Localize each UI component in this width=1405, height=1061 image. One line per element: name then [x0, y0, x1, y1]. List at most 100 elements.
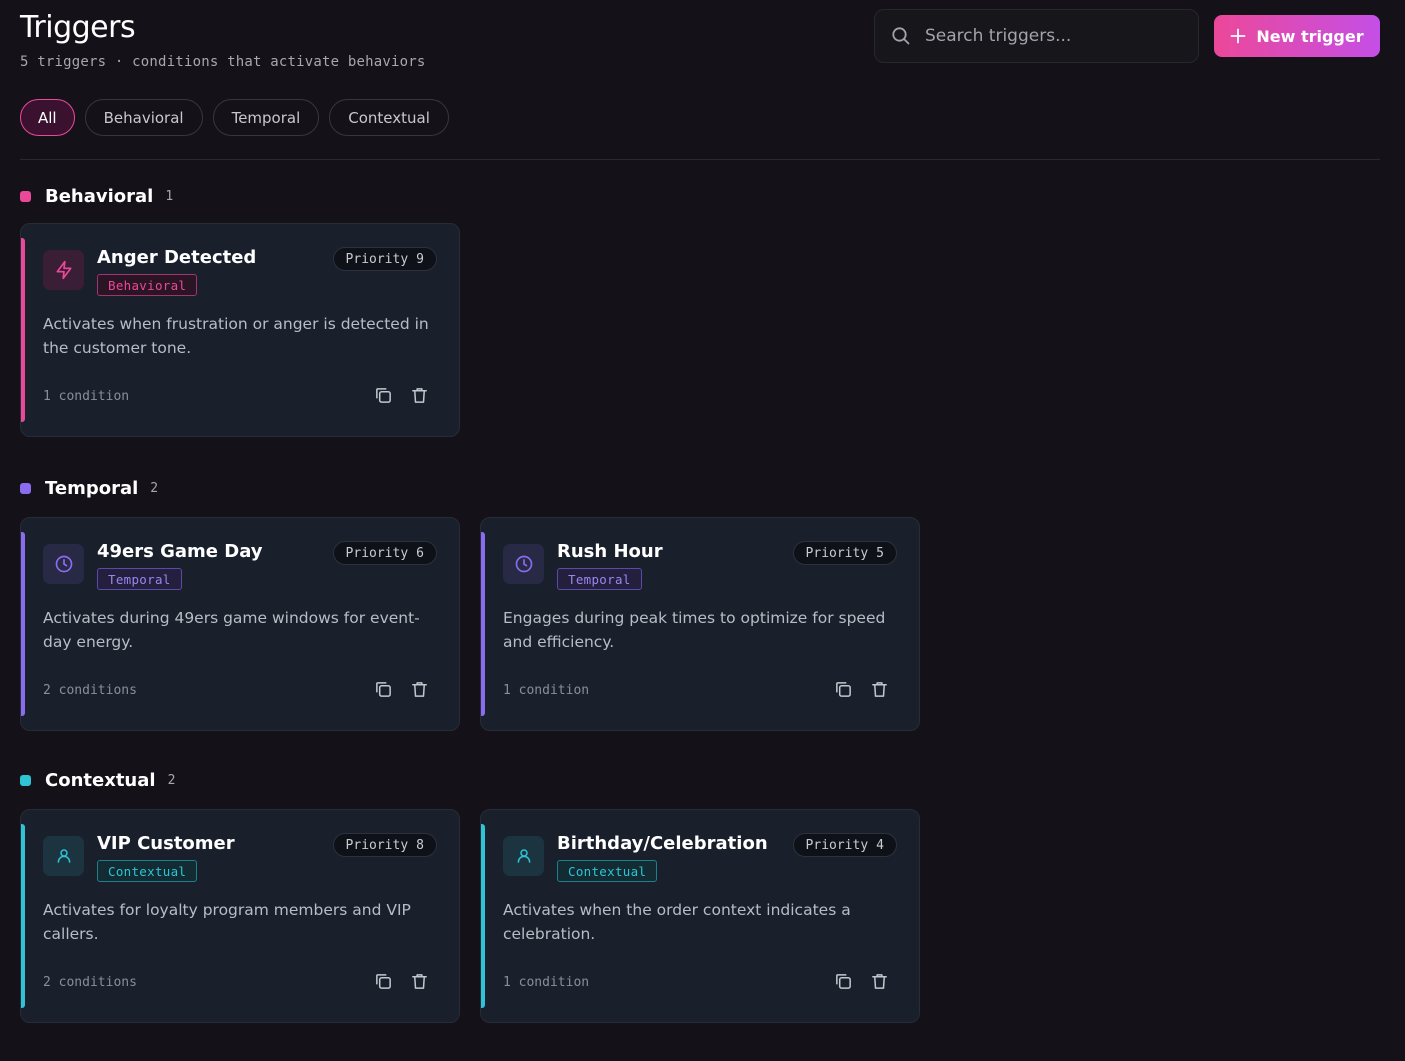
card-icon-box	[503, 836, 544, 876]
card-icon-box	[43, 836, 84, 876]
card-actions	[833, 679, 889, 699]
page-title: Triggers	[20, 10, 136, 45]
card-category-tag: Temporal	[97, 568, 182, 590]
card-actions	[373, 385, 429, 405]
card-title: Anger Detected	[97, 247, 257, 268]
card-title: VIP Customer	[97, 833, 235, 854]
filter-chip-contextual[interactable]: Contextual	[329, 99, 449, 136]
card-category-tag: Behavioral	[97, 274, 198, 296]
delete-button[interactable]	[409, 385, 429, 405]
duplicate-button[interactable]	[373, 679, 393, 699]
priority-label: Priority	[345, 545, 409, 561]
priority-badge: Priority 9	[332, 247, 437, 271]
section-title: Behavioral	[45, 186, 154, 207]
trash-icon	[871, 681, 887, 697]
section-title: Temporal	[45, 478, 139, 499]
priority-badge: Priority 5	[792, 541, 897, 565]
search-input[interactable]	[925, 26, 1175, 46]
priority-label: Priority	[345, 837, 409, 853]
divider	[20, 159, 1380, 160]
card-accent-bar	[481, 824, 485, 1008]
new-trigger-label: New trigger	[1256, 26, 1364, 46]
priority-value: 4	[876, 837, 884, 853]
priority-value: 5	[876, 545, 884, 561]
duplicate-button[interactable]	[833, 679, 853, 699]
card-category-tag: Temporal	[557, 568, 642, 590]
section-header-temporal: Temporal 2	[20, 478, 158, 499]
section-count: 1	[165, 189, 174, 204]
card-category-tag: Contextual	[557, 860, 658, 882]
filter-chip-all[interactable]: All	[20, 99, 75, 136]
delete-button[interactable]	[409, 679, 429, 699]
card-conditions-count: 1 condition	[43, 389, 130, 404]
card-accent-bar	[21, 238, 25, 422]
search-box[interactable]	[874, 9, 1199, 63]
lightning-icon	[56, 260, 71, 280]
card-accent-bar	[21, 824, 25, 1008]
priority-label: Priority	[805, 837, 869, 853]
card-conditions-count: 1 condition	[503, 683, 590, 698]
card-description: Activates for loyalty program members an…	[43, 901, 411, 943]
priority-badge: Priority 4	[792, 833, 897, 857]
trash-icon	[411, 387, 427, 403]
delete-button[interactable]	[869, 679, 889, 699]
copy-icon	[375, 681, 391, 697]
section-header-behavioral: Behavioral 1	[20, 186, 173, 207]
filter-chip-temporal[interactable]: Temporal	[212, 99, 320, 136]
copy-icon	[375, 973, 391, 989]
card-description: Engages during peak times to optimize fo…	[503, 609, 886, 651]
duplicate-button[interactable]	[833, 971, 853, 991]
card-title: Birthday/Celebration	[557, 833, 768, 854]
delete-button[interactable]	[869, 971, 889, 991]
new-trigger-button[interactable]: New trigger	[1214, 15, 1380, 57]
priority-value: 8	[416, 837, 424, 853]
card-actions	[373, 679, 429, 699]
card-description: Activates when frustration or anger is d…	[43, 315, 429, 357]
trigger-card-vip-customer[interactable]: VIP Customer Contextual Priority 8 Activ…	[20, 809, 460, 1023]
card-title: 49ers Game Day	[97, 541, 263, 562]
delete-button[interactable]	[409, 971, 429, 991]
priority-badge: Priority 8	[332, 833, 437, 857]
copy-icon	[375, 387, 391, 403]
card-conditions-count: 2 conditions	[43, 683, 137, 698]
priority-badge: Priority 6	[332, 541, 437, 565]
card-accent-bar	[481, 532, 485, 716]
trigger-card-49ers-game-day[interactable]: 49ers Game Day Temporal Priority 6 Activ…	[20, 517, 460, 731]
card-category-tag: Contextual	[97, 860, 198, 882]
card-description: Activates during 49ers game windows for …	[43, 609, 420, 651]
section-dot	[20, 775, 31, 786]
trigger-card-rush-hour[interactable]: Rush Hour Temporal Priority 5 Engages du…	[480, 517, 920, 731]
card-actions	[373, 971, 429, 991]
page-subtitle: 5 triggers · conditions that activate be…	[20, 54, 426, 70]
user-icon	[517, 849, 530, 863]
priority-value: 6	[416, 545, 424, 561]
section-dot	[20, 483, 31, 494]
clock-icon	[55, 555, 72, 573]
filter-chips: All Behavioral Temporal Contextual	[20, 99, 449, 136]
filter-chip-behavioral[interactable]: Behavioral	[84, 99, 203, 136]
section-header-contextual: Contextual 2	[20, 770, 175, 791]
priority-value: 9	[416, 251, 424, 267]
card-accent-bar	[21, 532, 25, 716]
section-count: 2	[150, 481, 159, 496]
clock-icon	[515, 555, 532, 573]
section-count: 2	[167, 773, 176, 788]
priority-label: Priority	[805, 545, 869, 561]
card-conditions-count: 1 condition	[503, 975, 590, 990]
trash-icon	[871, 973, 887, 989]
duplicate-button[interactable]	[373, 385, 393, 405]
card-actions	[833, 971, 889, 991]
trigger-card-birthday-celebration[interactable]: Birthday/Celebration Contextual Priority…	[480, 809, 920, 1023]
card-conditions-count: 2 conditions	[43, 975, 137, 990]
card-title: Rush Hour	[557, 541, 663, 562]
trash-icon	[411, 681, 427, 697]
trash-icon	[411, 973, 427, 989]
priority-label: Priority	[345, 251, 409, 267]
plus-icon	[1230, 28, 1246, 44]
search-icon	[892, 27, 910, 45]
section-dot	[20, 191, 31, 202]
duplicate-button[interactable]	[373, 971, 393, 991]
section-title: Contextual	[45, 770, 156, 791]
trigger-card-anger-detected[interactable]: Anger Detected Behavioral Priority 9 Act…	[20, 223, 460, 437]
copy-icon	[835, 973, 851, 989]
